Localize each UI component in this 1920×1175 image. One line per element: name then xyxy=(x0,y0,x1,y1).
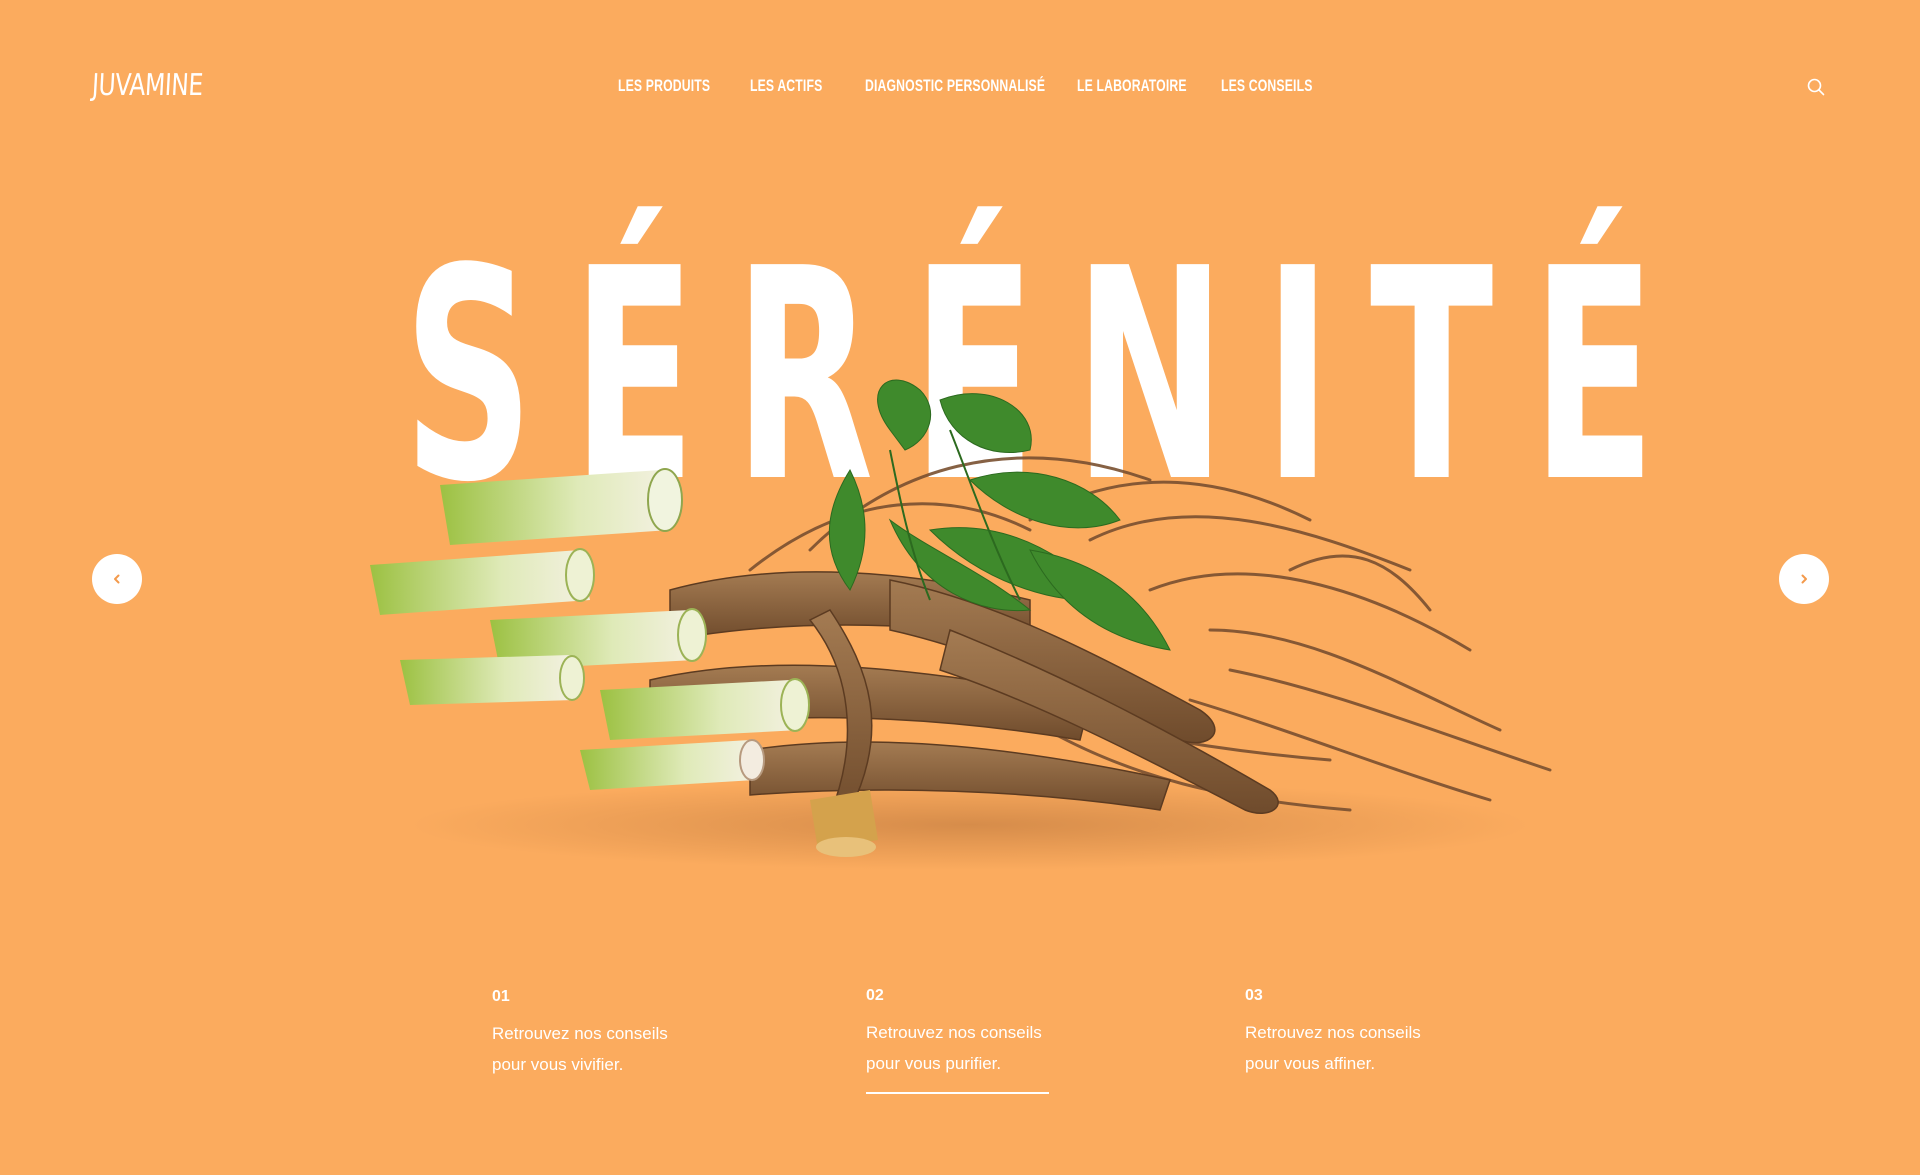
nav-item-actifs[interactable]: LES ACTIFS xyxy=(750,76,822,96)
slide-number: 02 xyxy=(866,987,884,1004)
active-slide-underline xyxy=(866,1092,1049,1094)
slide-indicator-01[interactable]: 01 Retrouvez nos conseils pour vous vivi… xyxy=(492,988,732,1080)
slide-indicator-02[interactable]: 02 Retrouvez nos conseils pour vous puri… xyxy=(866,987,1106,1094)
slide-number: 03 xyxy=(1245,987,1263,1004)
slide-indicator-03[interactable]: 03 Retrouvez nos conseils pour vous affi… xyxy=(1245,987,1485,1079)
slide-text-line2: pour vous purifier. xyxy=(866,1054,1002,1073)
slide-text-line2: pour vous vivifier. xyxy=(492,1055,624,1074)
slide-text-line1: Retrouvez nos conseils xyxy=(866,1023,1042,1042)
nav-item-diagnostic[interactable]: DIAGNOSTIC PERSONNALISÉ xyxy=(865,76,1045,96)
slide-number: 01 xyxy=(492,988,510,1005)
slide-text-line2: pour vous affiner. xyxy=(1245,1054,1376,1073)
nav-item-produits[interactable]: LES PRODUITS xyxy=(618,76,710,96)
site-header: JUVAMINE LES PRODUITS LES ACTIFS DIAGNOS… xyxy=(0,0,1920,175)
carousel-prev-button[interactable] xyxy=(92,554,142,604)
slide-text-line1: Retrouvez nos conseils xyxy=(492,1024,668,1043)
search-button[interactable] xyxy=(1806,77,1826,97)
hero-image-ginseng-roots xyxy=(370,379,1552,870)
nav-item-conseils[interactable]: LES CONSEILS xyxy=(1221,76,1313,96)
search-icon xyxy=(1807,78,1825,96)
chevron-right-icon xyxy=(1801,574,1807,584)
brand-logo[interactable]: JUVAMINE xyxy=(91,68,204,103)
chevron-left-icon xyxy=(114,574,120,584)
carousel-next-button[interactable] xyxy=(1779,554,1829,604)
slide-text-line1: Retrouvez nos conseils xyxy=(1245,1023,1421,1042)
nav-item-laboratoire[interactable]: LE LABORATOIRE xyxy=(1077,76,1187,96)
